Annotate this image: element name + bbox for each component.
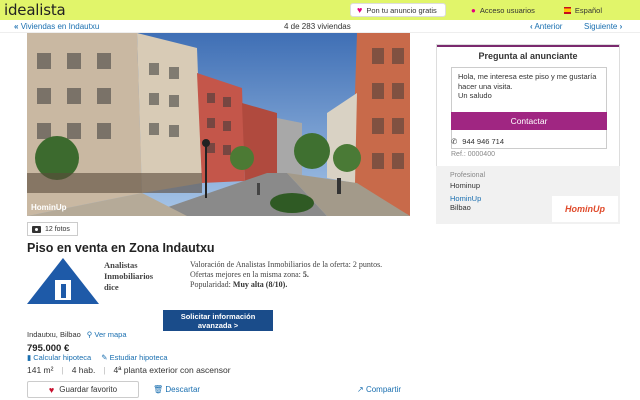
rating-line: Popularidad: Muy alta (8/10). bbox=[190, 280, 288, 289]
rating-highlight: Muy alta (8/10). bbox=[232, 280, 288, 289]
back-link[interactable]: « Viviendas en Indautxu bbox=[14, 22, 99, 31]
panel-accent-line bbox=[437, 45, 619, 47]
agency-name-line: dice bbox=[104, 282, 119, 292]
phone-icon: ✆ bbox=[451, 137, 458, 146]
map-link[interactable]: ⚲ Ver mapa bbox=[87, 330, 127, 339]
feature-rooms: 4 hab. bbox=[71, 365, 96, 375]
phone-number: 944 946 714 bbox=[462, 137, 505, 146]
back-label: Viviendas en Indautxu bbox=[20, 22, 100, 31]
agency-name-line: Analistas bbox=[104, 260, 138, 270]
discard-label: Descartar bbox=[165, 385, 201, 394]
location-label: Indautxu, Bilbao bbox=[27, 330, 81, 339]
photo-count-label: 12 fotos bbox=[45, 225, 70, 233]
login-button[interactable]: ● Acceso usuarios bbox=[465, 3, 545, 17]
calculate-mortgage-link[interactable]: ▮ Calcular hipoteca bbox=[27, 353, 91, 362]
agency-rating: Valoración de Analistas Inmobiliarios de… bbox=[190, 260, 410, 290]
mortgage-links: ▮ Calcular hipoteca ✎ Estudiar hipoteca bbox=[27, 353, 168, 362]
site-logo[interactable]: idealista bbox=[4, 1, 66, 19]
post-ad-label: Pon tu anuncio gratis bbox=[366, 5, 437, 15]
photo-watermark: HominUp bbox=[31, 203, 67, 212]
next-link[interactable]: Siguiente › bbox=[584, 22, 622, 31]
trash-icon: 🗑 bbox=[153, 385, 164, 394]
share-label: Compartir bbox=[365, 385, 402, 394]
pencil-icon: ✎ bbox=[101, 353, 108, 362]
map-label: Ver mapa bbox=[94, 330, 127, 339]
post-ad-button[interactable]: ♥ Pon tu anuncio gratis bbox=[350, 3, 446, 17]
language-label: Español bbox=[574, 5, 602, 15]
calculate-mortgage-label: Calcular hipoteca bbox=[33, 353, 92, 362]
professional-panel: Profesional Hominup HominUp Bilbao Homin… bbox=[436, 166, 620, 224]
main-photo[interactable]: HominUp bbox=[27, 33, 410, 216]
save-favorite-label: Guardar favorito bbox=[59, 385, 118, 394]
professional-label: Profesional bbox=[450, 172, 486, 179]
camera-icon bbox=[32, 225, 41, 233]
flag-icon bbox=[564, 6, 571, 14]
study-mortgage-link[interactable]: ✎ Estudiar hipoteca bbox=[101, 353, 167, 362]
save-favorite-button[interactable]: ♥ Guardar favorito bbox=[27, 381, 139, 398]
top-bar: idealista ♥ Pon tu anuncio gratis ● Acce… bbox=[0, 0, 640, 20]
user-icon: ● bbox=[471, 5, 476, 15]
feature-area: 141 m² bbox=[27, 365, 54, 375]
contact-button[interactable]: Contactar bbox=[451, 112, 607, 130]
chevron-left-icon: « bbox=[14, 22, 19, 31]
contact-title: Pregunta al anunciante bbox=[478, 51, 578, 61]
request-info-button[interactable]: Solicitar información avanzada > bbox=[163, 310, 273, 331]
chart-icon: ▮ bbox=[27, 353, 32, 362]
study-mortgage-label: Estudiar hipoteca bbox=[109, 353, 168, 362]
features-row: 141 m² | 4 hab. | 4ª planta exterior con… bbox=[27, 365, 231, 375]
chevron-left-icon: ‹ bbox=[530, 22, 533, 31]
professional-name: Hominup bbox=[450, 181, 481, 190]
listing-navigation: « Viviendas en Indautxu 4 de 283 viviend… bbox=[0, 20, 640, 33]
agency-logo bbox=[27, 258, 99, 304]
street-photo-illustration bbox=[27, 33, 410, 216]
next-label: Siguiente bbox=[584, 22, 618, 31]
professional-city: Bilbao bbox=[450, 203, 471, 212]
agency-name: Analistas Inmobiliarios dice bbox=[104, 260, 184, 293]
listing-title: Piso en venta en Zona Indautxu bbox=[27, 241, 215, 255]
rating-line: Ofertas mejores en la misma zona: 5. bbox=[190, 270, 309, 279]
feature-floor: 4ª planta exterior con ascensor bbox=[113, 365, 231, 375]
login-label: Acceso usuarios bbox=[479, 5, 535, 15]
listing-actions: ♥ Guardar favorito 🗑 Descartar ↗ Compart… bbox=[27, 380, 410, 400]
phone-row[interactable]: ✆ 944 946 714 bbox=[451, 137, 504, 146]
rating-line: Valoración de Analistas Inmobiliarios de… bbox=[190, 260, 383, 269]
photo-count-button[interactable]: 12 fotos bbox=[27, 222, 78, 236]
result-counter: 4 de 283 viviendas bbox=[284, 22, 351, 31]
share-link[interactable]: ↗ Compartir bbox=[357, 385, 401, 394]
previous-label: Anterior bbox=[534, 22, 563, 31]
chevron-right-icon: › bbox=[619, 22, 623, 31]
professional-logo[interactable]: HominUp bbox=[552, 196, 618, 222]
heart-icon: ♥ bbox=[48, 384, 55, 395]
share-icon: ↗ bbox=[357, 385, 364, 394]
feature-separator: | bbox=[103, 365, 106, 375]
previous-link[interactable]: ‹ Anterior bbox=[530, 22, 562, 31]
language-selector[interactable]: Español bbox=[558, 3, 608, 17]
location-row: Indautxu, Bilbao ⚲ Ver mapa bbox=[27, 330, 127, 339]
feature-separator: | bbox=[61, 365, 64, 375]
heart-icon: ♥ bbox=[357, 5, 363, 15]
pin-icon: ⚲ bbox=[86, 330, 93, 339]
discard-link[interactable]: 🗑 Descartar bbox=[153, 385, 200, 394]
professional-link[interactable]: HominUp bbox=[450, 194, 481, 203]
listing-reference: Ref.: 0000400 bbox=[451, 151, 495, 158]
rating-highlight: 5. bbox=[302, 270, 309, 279]
agency-name-line: Inmobiliarios bbox=[104, 271, 154, 281]
